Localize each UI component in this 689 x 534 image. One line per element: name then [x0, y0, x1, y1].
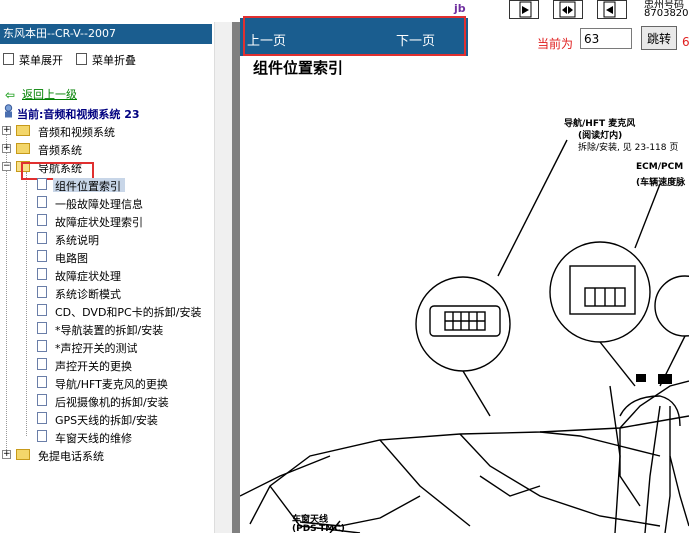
doc-item-label: *导航装置的拆卸/安装	[55, 324, 164, 337]
callout-ecm-title: ECM/PCM	[636, 162, 684, 172]
current-node-icon	[4, 104, 13, 118]
doc-item-label: *声控开关的测试	[55, 342, 138, 355]
folder-icon	[16, 125, 30, 136]
last-page-icon[interactable]	[597, 0, 627, 19]
tree-item-audio[interactable]: + 音频系统	[2, 141, 202, 157]
doc-item-label: 车窗天线的维修	[55, 432, 132, 445]
tree-item-label: 音频系统	[38, 144, 82, 157]
page-number-input[interactable]	[580, 28, 632, 49]
doc-item-label: 故障症状处理	[55, 270, 121, 283]
doc-item-label: 后视摄像机的拆卸/安装	[55, 396, 169, 409]
jump-button[interactable]: 跳转	[641, 26, 677, 50]
callout-mic-ref: 拆除/安装, 见 23-118 页	[578, 143, 679, 153]
doc-item-label: 声控开关的更换	[55, 360, 132, 373]
tree-item-label: 音频和视频系统	[38, 126, 115, 139]
doc-item-label: 系统诊断模式	[55, 288, 121, 301]
document-icon	[37, 358, 47, 370]
document-icon	[37, 322, 47, 334]
folder-icon	[16, 143, 30, 154]
doc-item-label: 系统说明	[55, 234, 99, 247]
doc-item-label: 故障症状处理索引	[55, 216, 143, 229]
minus-icon[interactable]: −	[2, 162, 11, 171]
doc-item-label: 电路图	[55, 252, 88, 265]
tree-item-handsfree[interactable]: + 免提电话系统	[2, 447, 202, 463]
left-panel-edge	[214, 22, 233, 533]
document-icon	[37, 286, 47, 298]
doc-item-label: CD、DVD和PC卡的拆卸/安装	[55, 306, 202, 319]
document-icon	[37, 232, 47, 244]
back-link[interactable]: 返回上一级	[22, 86, 77, 102]
panel-divider[interactable]	[232, 22, 240, 533]
total-pages-text: 6	[682, 35, 689, 49]
document-icon	[37, 412, 47, 424]
expand-icon	[3, 53, 14, 65]
document-icon	[37, 394, 47, 406]
plus-icon[interactable]: +	[2, 144, 11, 153]
document-icon	[37, 178, 47, 190]
collapse-icon	[76, 53, 87, 65]
document-icon	[37, 430, 47, 442]
back-arrow-icon[interactable]: ⇦	[5, 88, 15, 102]
doc-item-label: 组件位置索引	[55, 180, 121, 193]
folder-icon	[16, 449, 30, 460]
document-icon	[37, 196, 47, 208]
document-icon	[37, 250, 47, 262]
document-icon	[37, 376, 47, 388]
doc-item-label: 导航/HFT麦克风的更换	[55, 378, 168, 391]
document-icon	[37, 268, 47, 280]
current-node-label: 当前:音频和视频系统 23	[17, 108, 140, 121]
tree-item-label: 免提电话系统	[38, 450, 104, 463]
doc-item-label: GPS天线的拆卸/安装	[55, 414, 158, 427]
callout-ecm-sub: (车辆速度脉	[636, 178, 686, 188]
menu-collapse-label: 菜单折叠	[92, 54, 136, 67]
first-page-icon[interactable]	[509, 0, 539, 19]
tree-item-audio-video[interactable]: + 音频和视频系统	[2, 123, 202, 139]
plus-icon[interactable]: +	[2, 450, 11, 459]
menu-expand-button[interactable]: 菜单展开	[3, 52, 63, 68]
document-icon	[37, 304, 47, 316]
menu-collapse-button[interactable]: 菜单折叠	[76, 52, 136, 68]
doc-item-label: 一般故障处理信息	[55, 198, 143, 211]
logo-icon: jb	[454, 2, 466, 15]
highlight-box-nav-bar	[243, 16, 466, 56]
tree-guide-child	[26, 172, 27, 436]
current-page-label: 当前为	[537, 37, 574, 51]
tree-guide	[6, 134, 7, 456]
left-panel-title: 东风本田--CR-V--2007	[0, 24, 212, 44]
mid-page-icon[interactable]	[553, 0, 583, 19]
document-icon	[37, 214, 47, 226]
plus-icon[interactable]: +	[2, 126, 11, 135]
menu-expand-label: 菜单展开	[19, 54, 63, 67]
top-right-number: 8703820	[644, 8, 689, 19]
document-icon	[37, 340, 47, 352]
